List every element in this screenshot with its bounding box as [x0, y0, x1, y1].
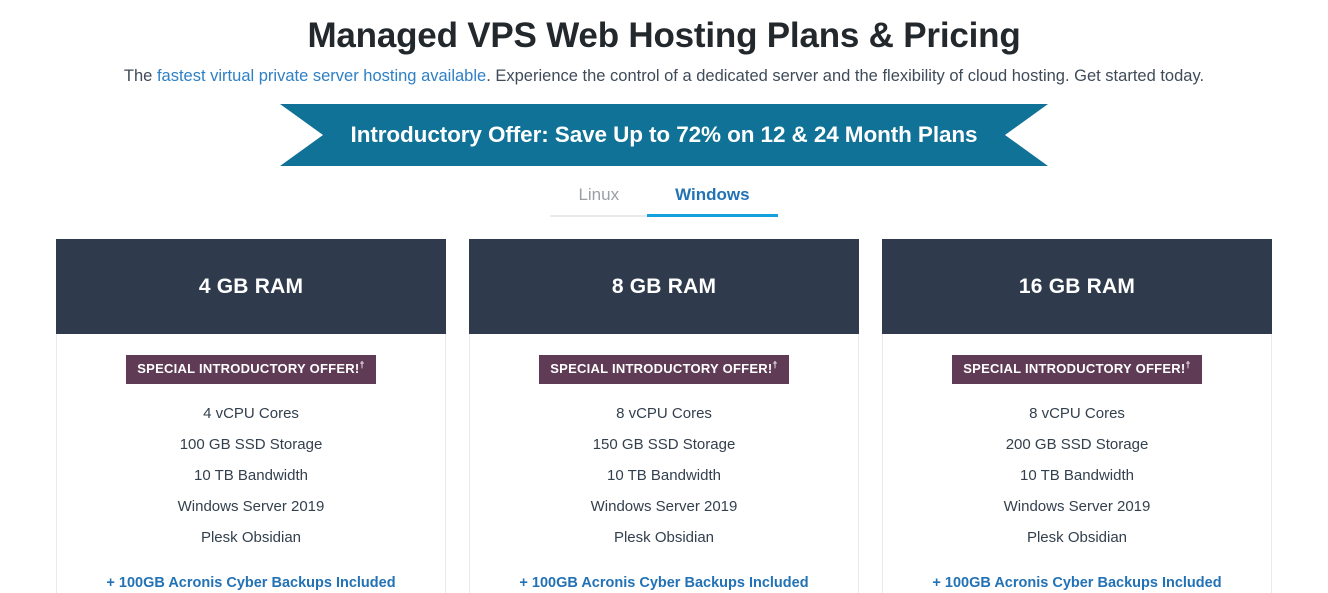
special-offer-badge: SPECIAL INTRODUCTORY OFFER!† — [952, 355, 1202, 384]
plan-feature-list: 4 vCPU Cores 100 GB SSD Storage 10 TB Ba… — [57, 398, 445, 553]
plan-card-list: 4 GB RAM SPECIAL INTRODUCTORY OFFER!† 4 … — [0, 239, 1328, 593]
plan-feature: Windows Server 2019 — [590, 498, 738, 515]
plan-feature: 100 GB SSD Storage — [179, 436, 323, 453]
page-title: Managed VPS Web Hosting Plans & Pricing — [307, 16, 1021, 55]
promo-ribbon-wrap: Introductory Offer: Save Up to 72% on 12… — [0, 104, 1328, 166]
dagger-icon: † — [359, 359, 365, 370]
plan-feature: 150 GB SSD Storage — [592, 436, 736, 453]
special-offer-badge-label: SPECIAL INTRODUCTORY OFFER! — [137, 361, 360, 376]
acronis-backups-link[interactable]: + 100GB Acronis Cyber Backups Included — [470, 573, 858, 593]
promo-ribbon-text: Introductory Offer: Save Up to 72% on 12… — [350, 122, 978, 147]
acronis-backups-link[interactable]: + 100GB Acronis Cyber Backups Included — [57, 573, 445, 593]
plan-card-header: 4 GB RAM — [56, 239, 446, 334]
os-tabs: Linux Windows — [0, 178, 1328, 217]
plan-feature: Windows Server 2019 — [1003, 498, 1151, 515]
plan-card-body: SPECIAL INTRODUCTORY OFFER!† 8 vCPU Core… — [883, 334, 1271, 593]
subtitle-prefix: The — [123, 67, 157, 85]
plan-card: 8 GB RAM SPECIAL INTRODUCTORY OFFER!† 8 … — [469, 239, 859, 593]
plan-title: 16 GB RAM — [1018, 274, 1136, 298]
plan-feature: 4 vCPU Cores — [203, 405, 299, 422]
plan-feature: 10 TB Bandwidth — [1020, 467, 1134, 484]
plan-feature: Plesk Obsidian — [1026, 529, 1128, 546]
dagger-icon: † — [772, 359, 778, 370]
tab-linux[interactable]: Linux — [550, 178, 648, 217]
dagger-icon: † — [1185, 359, 1191, 370]
plan-feature: 8 vCPU Cores — [1029, 405, 1125, 422]
plan-feature-list: 8 vCPU Cores 200 GB SSD Storage 10 TB Ba… — [883, 398, 1271, 553]
plan-card: 4 GB RAM SPECIAL INTRODUCTORY OFFER!† 4 … — [56, 239, 446, 593]
plan-feature: 200 GB SSD Storage — [1005, 436, 1149, 453]
page-subtitle: The fastest virtual private server hosti… — [0, 64, 1328, 88]
plan-feature: Plesk Obsidian — [613, 529, 715, 546]
plan-card-body: SPECIAL INTRODUCTORY OFFER!† 8 vCPU Core… — [470, 334, 858, 593]
plan-title: 8 GB RAM — [611, 274, 717, 298]
plan-card-header: 16 GB RAM — [882, 239, 1272, 334]
plan-feature: 10 TB Bandwidth — [194, 467, 308, 484]
plan-card: 16 GB RAM SPECIAL INTRODUCTORY OFFER!† 8… — [882, 239, 1272, 593]
special-offer-badge-label: SPECIAL INTRODUCTORY OFFER! — [550, 361, 773, 376]
fastest-vps-link[interactable]: fastest virtual private server hosting a… — [157, 67, 486, 85]
tab-windows[interactable]: Windows — [647, 178, 778, 217]
plan-feature: Windows Server 2019 — [177, 498, 325, 515]
promo-ribbon: Introductory Offer: Save Up to 72% on 12… — [280, 104, 1048, 166]
plan-card-body: SPECIAL INTRODUCTORY OFFER!† 4 vCPU Core… — [57, 334, 445, 593]
acronis-backups-link[interactable]: + 100GB Acronis Cyber Backups Included — [883, 573, 1271, 593]
plan-feature: 10 TB Bandwidth — [607, 467, 721, 484]
pricing-page: Managed VPS Web Hosting Plans & Pricing … — [0, 0, 1328, 593]
special-offer-badge: SPECIAL INTRODUCTORY OFFER!† — [126, 355, 376, 384]
subtitle-suffix: . Experience the control of a dedicated … — [486, 67, 1205, 85]
plan-feature: 8 vCPU Cores — [616, 405, 712, 422]
plan-title: 4 GB RAM — [198, 274, 304, 298]
plan-feature-list: 8 vCPU Cores 150 GB SSD Storage 10 TB Ba… — [470, 398, 858, 553]
special-offer-badge: SPECIAL INTRODUCTORY OFFER!† — [539, 355, 789, 384]
plan-card-header: 8 GB RAM — [469, 239, 859, 334]
plan-feature: Plesk Obsidian — [200, 529, 302, 546]
special-offer-badge-label: SPECIAL INTRODUCTORY OFFER! — [963, 361, 1186, 376]
